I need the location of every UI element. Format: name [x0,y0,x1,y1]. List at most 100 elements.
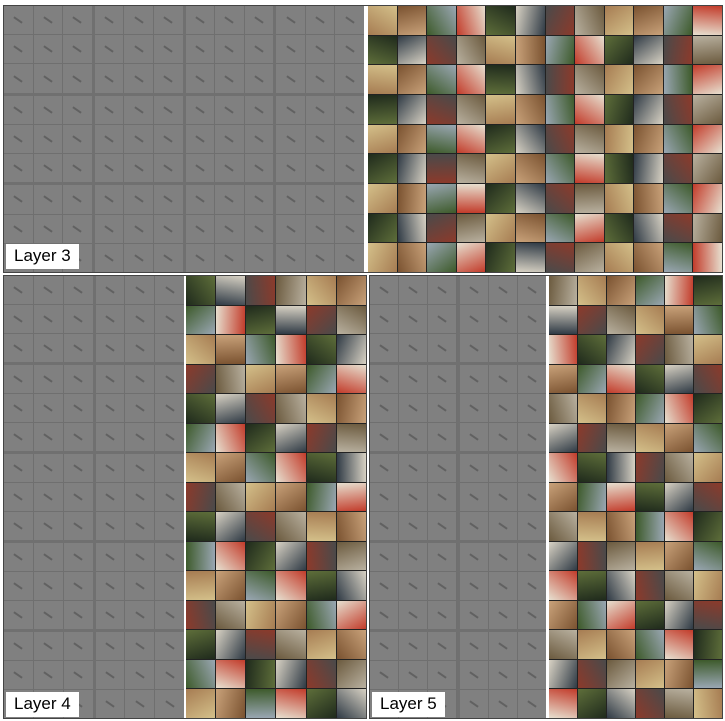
layer4-image-patch [276,364,306,394]
layer3-image-patch [456,213,486,243]
layer4-image-patch [336,659,366,689]
layer5-feature-cell [370,454,399,482]
layer5-image-patch [549,423,577,453]
layer5-feature-block [370,543,457,629]
layer5-image-patch [607,453,635,482]
layer3-feature-block [185,95,274,183]
layer4-feature-cell [125,276,155,304]
layer3-image-patch [427,154,456,183]
layer5-image-patch [636,364,664,394]
layer4-feature-cell [33,543,63,571]
layer5-feature-cell [428,423,457,451]
layer5-feature-cell [399,572,428,600]
layer3-image-patch [515,154,545,183]
layer4-image-patch [186,394,216,423]
layer4-label: Layer 4 [6,692,79,717]
layer5-image-patch [607,394,635,423]
layer4-feature-cell [155,632,184,660]
layer3-image-patch [368,65,397,94]
layer3-image-patch [663,124,693,154]
layer3-feature-cell [124,243,153,272]
layer5-feature-cell [459,365,488,393]
layer4-image-patch [216,630,246,659]
layer5-feature-cell [488,572,517,600]
layer5-feature-cell [428,601,457,629]
layer3-feature-cell [153,154,183,183]
layer5-feature-cell [517,690,546,718]
layer3-feature-block [185,185,274,272]
layer4-image-panel [186,276,366,718]
layer5-image-patch [578,659,606,689]
layer5-image-patch [607,541,635,571]
layer4-feature-cell [125,334,155,362]
layer3-feature-block [94,185,183,272]
layer4-image-patch [186,541,216,571]
layer3-image-patch [634,183,663,213]
layer3-feature-cell [276,185,305,214]
layer4-image-patch [186,482,216,512]
layer4-feature-cell [33,661,63,689]
layer3-image-patch [604,243,634,272]
layer3-feature-cell [215,124,244,154]
layer4-image-patch [186,689,216,718]
layer4-image-patch [306,305,336,335]
layer3-image-patch [515,94,545,124]
layer3-feature-cell [153,6,183,35]
layer3-feature-block [276,6,364,93]
layer5-image-patch [578,600,606,630]
layer4-image-patch [216,276,246,305]
layer4-feature-cell [155,394,184,422]
layer5-image-patch [636,394,664,423]
layer5-feature-cell [517,483,546,511]
layer3-feature-cell [305,95,335,124]
layer4-feature-cell [95,543,125,571]
layer5-feature-cell [459,601,488,629]
layer4-image-patch [186,423,216,453]
layer5-image-patch [578,689,606,718]
layer3-feature-cell [215,243,244,272]
layer4-feature-cell [155,512,184,540]
layer5-image-patch [549,276,577,305]
layer4-feature-cell [4,601,33,629]
layer4-image-patch [276,600,306,630]
layer5-feature-cell [488,632,517,660]
layer5-feature-block [459,365,546,451]
layer3-feature-cell [335,35,364,64]
layer4-feature-cell [155,661,184,689]
layer5-feature-cell [517,423,546,451]
layer5-feature-cell [399,365,428,393]
layer4-feature-cell [33,305,63,333]
layer4-feature-cell [95,572,125,600]
layer3-feature-cell [244,124,274,154]
layer4-image-patch [276,571,306,600]
layer5-image-patch [549,335,577,364]
layer5-image-patch [694,659,722,689]
layer5-image-patch [694,689,722,718]
layer3-image-patch [604,35,634,65]
layer4-feature-cell [95,454,125,482]
layer3-feature-cell [244,243,274,272]
layer4-feature-cell [4,632,33,660]
layer5-image-patch [578,276,606,305]
layer3-image-patch [427,124,456,154]
layer4-feature-cell [63,423,93,451]
layer5-image-patch [665,600,693,630]
layer5-feature-cell [517,276,546,304]
layer3-feature-cell [124,214,153,243]
layer5-feature-cell [428,483,457,511]
layer4-image-patch [246,571,276,600]
layer5-image-patch [607,600,635,630]
layer3-feature-cell [4,64,33,93]
layer3-image-patch [515,124,545,154]
layer5-feature-cell [488,334,517,362]
layer5-feature-block [459,454,546,540]
layer3-image-patch [486,213,515,243]
layer4-image-patch [306,482,336,512]
layer4-feature-cell [155,543,184,571]
layer3-feature-cell [305,64,335,93]
layer4-feature-cell [63,601,93,629]
layer4-image-patch [336,276,366,305]
layer3-feature-block [94,95,183,183]
layer3-feature-cell [124,6,153,35]
layer3-feature-cell [94,6,124,35]
